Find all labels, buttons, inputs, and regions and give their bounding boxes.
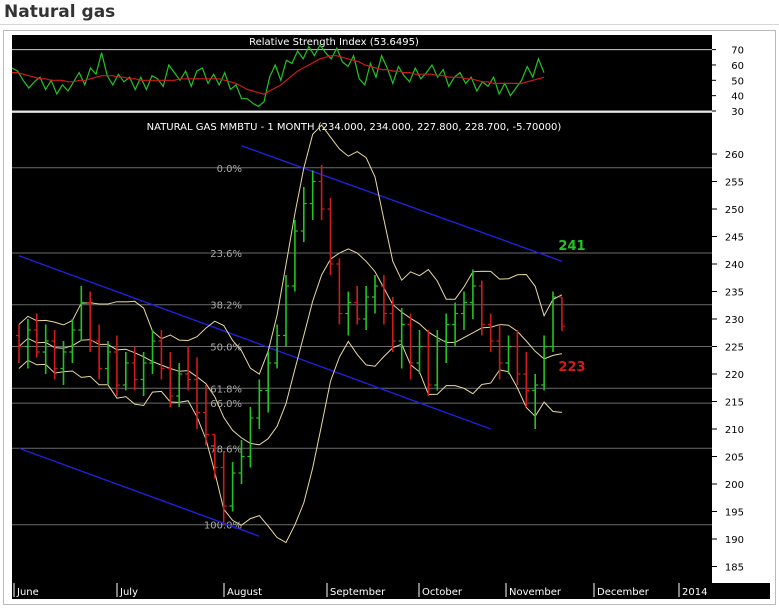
price-tick-label: 200 (725, 480, 744, 491)
price-tick-label: 210 (725, 425, 744, 436)
price-tick-label: 225 (725, 343, 744, 354)
fib-level-label: 61.8% (210, 384, 242, 395)
price-chart-title: NATURAL GAS MMBTU - 1 MONTH (234.000, 23… (147, 122, 562, 133)
rsi-tick-label: 50 (731, 76, 744, 87)
page-title: Natural gas (4, 2, 116, 22)
price-tick-label: 255 (725, 178, 744, 189)
plot-background (12, 35, 712, 583)
price-tick-label: 185 (725, 563, 744, 574)
time-tick-label: June (16, 587, 39, 598)
time-tick-label: November (509, 587, 562, 598)
price-tick-label: 230 (725, 315, 744, 326)
price-tick-label: 190 (725, 535, 744, 546)
fib-level-label: 38.2% (210, 301, 242, 312)
price-tick-label: 260 (725, 150, 744, 161)
price-tick-label: 195 (725, 508, 744, 519)
fib-level-label: 23.6% (210, 249, 242, 260)
rsi-tick-label: 30 (731, 107, 744, 118)
price-tick-label: 240 (725, 260, 744, 271)
rsi-tick-label: 70 (731, 46, 744, 57)
rsi-tick-label: 40 (731, 92, 744, 103)
rsi-tick-label: 60 (731, 61, 744, 72)
price-tick-label: 215 (725, 398, 744, 409)
time-tick-label: December (597, 587, 650, 598)
price-tick-label: 245 (725, 233, 744, 244)
natural-gas-chart: Relative Strength Index (53.6495) 70 60 50… (11, 35, 770, 599)
chart-frame: Relative Strength Index (53.6495) 70 60 50… (3, 30, 776, 605)
price-tick-label: 235 (725, 288, 744, 299)
fib-level-label: 66.0% (210, 399, 242, 410)
fib-level-label: 0.0% (217, 164, 242, 175)
rsi-title: Relative Strength Index (53.6495) (249, 37, 419, 48)
time-tick-label: 2014 (682, 587, 707, 598)
time-tick-label: August (227, 587, 262, 598)
time-tick-label: September (330, 587, 386, 598)
target-label-223: 223 (558, 360, 585, 375)
target-label-241: 241 (558, 239, 585, 254)
price-tick-label: 205 (725, 453, 744, 464)
fib-level-label: 50.0% (210, 343, 242, 354)
price-tick-label: 250 (725, 205, 744, 216)
price-tick-label: 220 (725, 370, 744, 381)
time-tick-label: October (422, 587, 463, 598)
time-tick-label: July (119, 587, 138, 598)
title-divider (0, 24, 779, 25)
